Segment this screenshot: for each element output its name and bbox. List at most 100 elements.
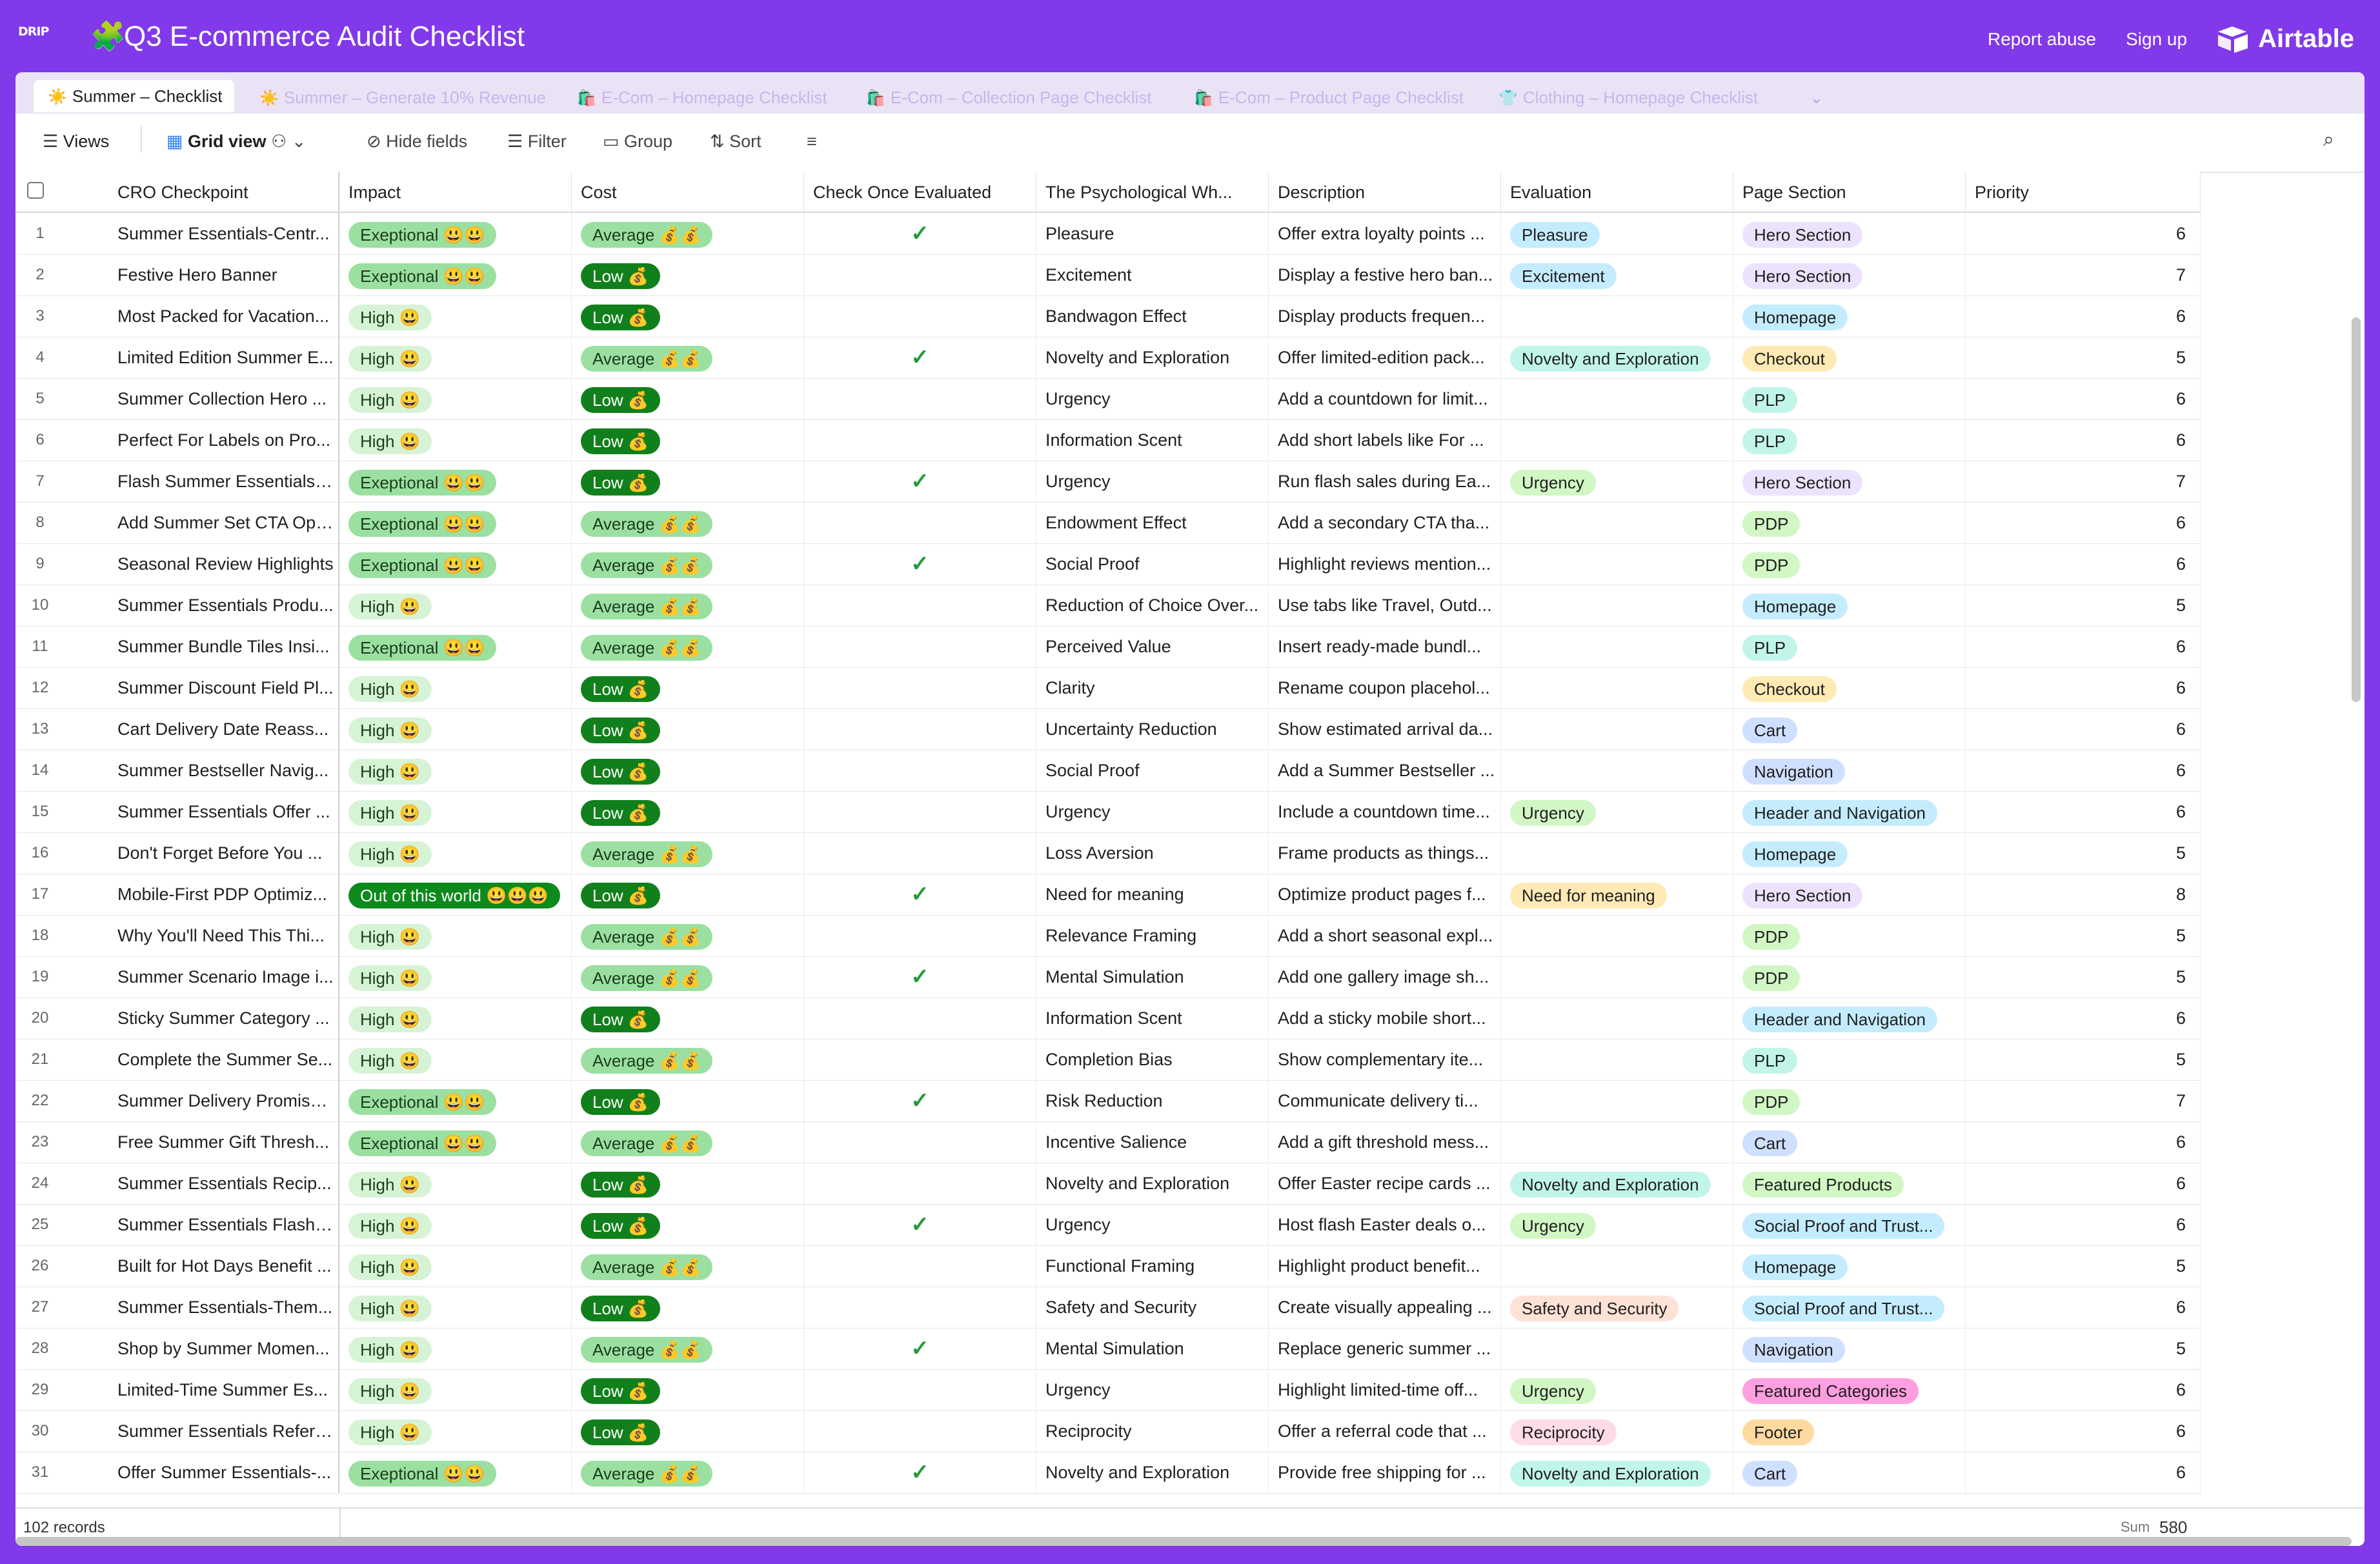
cell-priority[interactable]: 6 xyxy=(1966,543,2201,585)
cell-description[interactable]: Highlight reviews mention... xyxy=(1269,543,1501,585)
cell-check-once-evaluated[interactable]: ✓ xyxy=(804,1328,1036,1369)
cell-priority[interactable]: 6 xyxy=(1966,419,2201,461)
cell-check-once-evaluated[interactable] xyxy=(804,1121,1036,1163)
cell-impact[interactable]: Exeptional 😃😃 xyxy=(339,213,572,254)
cell-impact[interactable]: High 😃 xyxy=(339,378,572,419)
cell-check-once-evaluated[interactable]: ✓ xyxy=(804,874,1036,915)
table-row[interactable]: 17 Mobile-First PDP Optimiz... Out of this… xyxy=(15,874,2201,916)
table-row[interactable]: 19 Summer Scenario Image i... High 😃 Averag… xyxy=(15,956,2201,998)
cell-cro-checkpoint[interactable]: 27 Summer Essentials-Them... xyxy=(15,1287,339,1328)
row-height-icon[interactable]: ≡ xyxy=(807,132,817,152)
cell-check-once-evaluated[interactable] xyxy=(804,832,1036,874)
cell-page-section[interactable]: Navigation xyxy=(1733,750,1966,791)
header-cost[interactable]: Cost xyxy=(572,172,804,212)
cell-cost[interactable]: Low 💰 xyxy=(572,708,804,750)
cell-impact[interactable]: Exeptional 😃😃 xyxy=(339,1452,572,1493)
cell-priority[interactable]: 6 xyxy=(1966,1204,2201,1245)
table-row[interactable]: 8 Add Summer Set CTA Opt... Exeptional 😃😃 A… xyxy=(15,502,2201,544)
filter-button[interactable]: ☰ Filter xyxy=(507,132,567,152)
cell-cost[interactable]: Low 💰 xyxy=(572,791,804,832)
cell-psychological-why[interactable]: Reciprocity xyxy=(1036,1410,1269,1452)
cell-psychological-why[interactable]: Safety and Security xyxy=(1036,1287,1269,1328)
cell-page-section[interactable]: PDP xyxy=(1733,956,1966,998)
cell-evaluation[interactable]: Urgency xyxy=(1501,791,1733,832)
header-check-once-evaluated[interactable]: Check Once Evaluated xyxy=(804,172,1036,212)
cell-cost[interactable]: Average 💰💰 xyxy=(572,832,804,874)
table-row[interactable]: 22 Summer Delivery Promise... Exeptional 😃… xyxy=(15,1080,2201,1122)
sign-up-link[interactable]: Sign up xyxy=(2126,29,2187,50)
cell-psychological-why[interactable]: Endowment Effect xyxy=(1036,502,1269,543)
cell-cost[interactable]: Average 💰💰 xyxy=(572,502,804,543)
cell-cro-checkpoint[interactable]: 28 Shop by Summer Momen... xyxy=(15,1328,339,1369)
cell-evaluation[interactable] xyxy=(1501,998,1733,1039)
report-abuse-link[interactable]: Report abuse xyxy=(1988,29,2096,50)
cell-cost[interactable]: Average 💰💰 xyxy=(572,337,804,378)
cell-priority[interactable]: 6 xyxy=(1966,1287,2201,1328)
cell-psychological-why[interactable]: Reduction of Choice Over... xyxy=(1036,585,1269,626)
vertical-scrollbar[interactable] xyxy=(2352,317,2361,702)
cell-evaluation[interactable]: Urgency xyxy=(1501,1369,1733,1410)
cell-description[interactable]: Highlight product benefit... xyxy=(1269,1245,1501,1287)
cell-impact[interactable]: High 😃 xyxy=(339,1245,572,1287)
cell-impact[interactable]: High 😃 xyxy=(339,419,572,461)
select-all-checkbox[interactable] xyxy=(27,182,44,199)
cell-check-once-evaluated[interactable]: ✓ xyxy=(804,1080,1036,1121)
table-row[interactable]: 13 Cart Delivery Date Reass... High 😃 Low 💰… xyxy=(15,708,2201,750)
airtable-brand[interactable]: Airtable xyxy=(2217,25,2354,54)
table-row[interactable]: 27 Summer Essentials-Them... High 😃 Low 💰 Sa… xyxy=(15,1287,2201,1328)
horizontal-scrollbar[interactable] xyxy=(15,1537,2352,1546)
cell-cro-checkpoint[interactable]: 16 Don't Forget Before You ... xyxy=(15,832,339,874)
cell-psychological-why[interactable]: Social Proof xyxy=(1036,750,1269,791)
cell-psychological-why[interactable]: Relevance Framing xyxy=(1036,915,1269,956)
cell-cost[interactable]: Low 💰 xyxy=(572,378,804,419)
cell-priority[interactable]: 5 xyxy=(1966,956,2201,998)
cell-impact[interactable]: High 😃 xyxy=(339,832,572,874)
cell-cost[interactable]: Low 💰 xyxy=(572,1410,804,1452)
cell-description[interactable]: Offer extra loyalty points ... xyxy=(1269,213,1501,254)
cell-check-once-evaluated[interactable] xyxy=(804,585,1036,626)
cell-cost[interactable]: Average 💰💰 xyxy=(572,1245,804,1287)
cell-evaluation[interactable]: Novelty and Exploration xyxy=(1501,337,1733,378)
cell-page-section[interactable]: Social Proof and Trust... xyxy=(1733,1204,1966,1245)
cell-description[interactable]: Communicate delivery ti... xyxy=(1269,1080,1501,1121)
sort-button[interactable]: ⇅ Sort xyxy=(710,132,761,152)
cell-psychological-why[interactable]: Urgency xyxy=(1036,791,1269,832)
cell-psychological-why[interactable]: Urgency xyxy=(1036,1369,1269,1410)
table-row[interactable]: 24 Summer Essentials Recip... High 😃 Low 💰 N… xyxy=(15,1163,2201,1205)
cell-description[interactable]: Host flash Easter deals o... xyxy=(1269,1204,1501,1245)
tab-ecom-homepage[interactable]: 🛍️ E-Com – Homepage Checklist xyxy=(577,81,827,114)
cell-priority[interactable]: 6 xyxy=(1966,1121,2201,1163)
cell-cro-checkpoint[interactable]: 18 Why You'll Need This Thi... xyxy=(15,915,339,956)
cell-evaluation[interactable] xyxy=(1501,585,1733,626)
cell-impact[interactable]: Exeptional 😃😃 xyxy=(339,461,572,502)
cell-impact[interactable]: High 😃 xyxy=(339,337,572,378)
cell-description[interactable]: Add a sticky mobile short... xyxy=(1269,998,1501,1039)
cell-cro-checkpoint[interactable]: 14 Summer Bestseller Navig... xyxy=(15,750,339,791)
cell-page-section[interactable]: Social Proof and Trust... xyxy=(1733,1287,1966,1328)
cell-impact[interactable]: Exeptional 😃😃 xyxy=(339,543,572,585)
cell-check-once-evaluated[interactable] xyxy=(804,708,1036,750)
cell-page-section[interactable]: Hero Section xyxy=(1733,874,1966,915)
cell-psychological-why[interactable]: Urgency xyxy=(1036,1204,1269,1245)
cell-psychological-why[interactable]: Social Proof xyxy=(1036,543,1269,585)
cell-priority[interactable]: 6 xyxy=(1966,213,2201,254)
cell-page-section[interactable]: Cart xyxy=(1733,1121,1966,1163)
tab-ecom-product[interactable]: 🛍️ E-Com – Product Page Checklist xyxy=(1194,81,1464,114)
search-icon[interactable]: ⌕ xyxy=(2323,129,2334,151)
cell-evaluation[interactable] xyxy=(1501,750,1733,791)
cell-evaluation[interactable] xyxy=(1501,915,1733,956)
cell-priority[interactable]: 6 xyxy=(1966,1369,2201,1410)
cell-check-once-evaluated[interactable]: ✓ xyxy=(804,213,1036,254)
header-psychological-why[interactable]: The Psychological Wh... xyxy=(1036,172,1269,212)
table-row[interactable]: 23 Free Summer Gift Thresh... Exeptional 😃… xyxy=(15,1121,2201,1163)
cell-cost[interactable]: Average 💰💰 xyxy=(572,626,804,667)
header-cro-checkpoint[interactable]: CRO Checkpoint xyxy=(15,172,339,212)
cell-cost[interactable]: Low 💰 xyxy=(572,1080,804,1121)
cell-page-section[interactable]: PDP xyxy=(1733,502,1966,543)
cell-priority[interactable]: 5 xyxy=(1966,1245,2201,1287)
cell-page-section[interactable]: Cart xyxy=(1733,708,1966,750)
cell-priority[interactable]: 6 xyxy=(1966,378,2201,419)
cell-priority[interactable]: 6 xyxy=(1966,998,2201,1039)
cell-impact[interactable]: High 😃 xyxy=(339,915,572,956)
cell-cro-checkpoint[interactable]: 2 Festive Hero Banner xyxy=(15,254,339,296)
